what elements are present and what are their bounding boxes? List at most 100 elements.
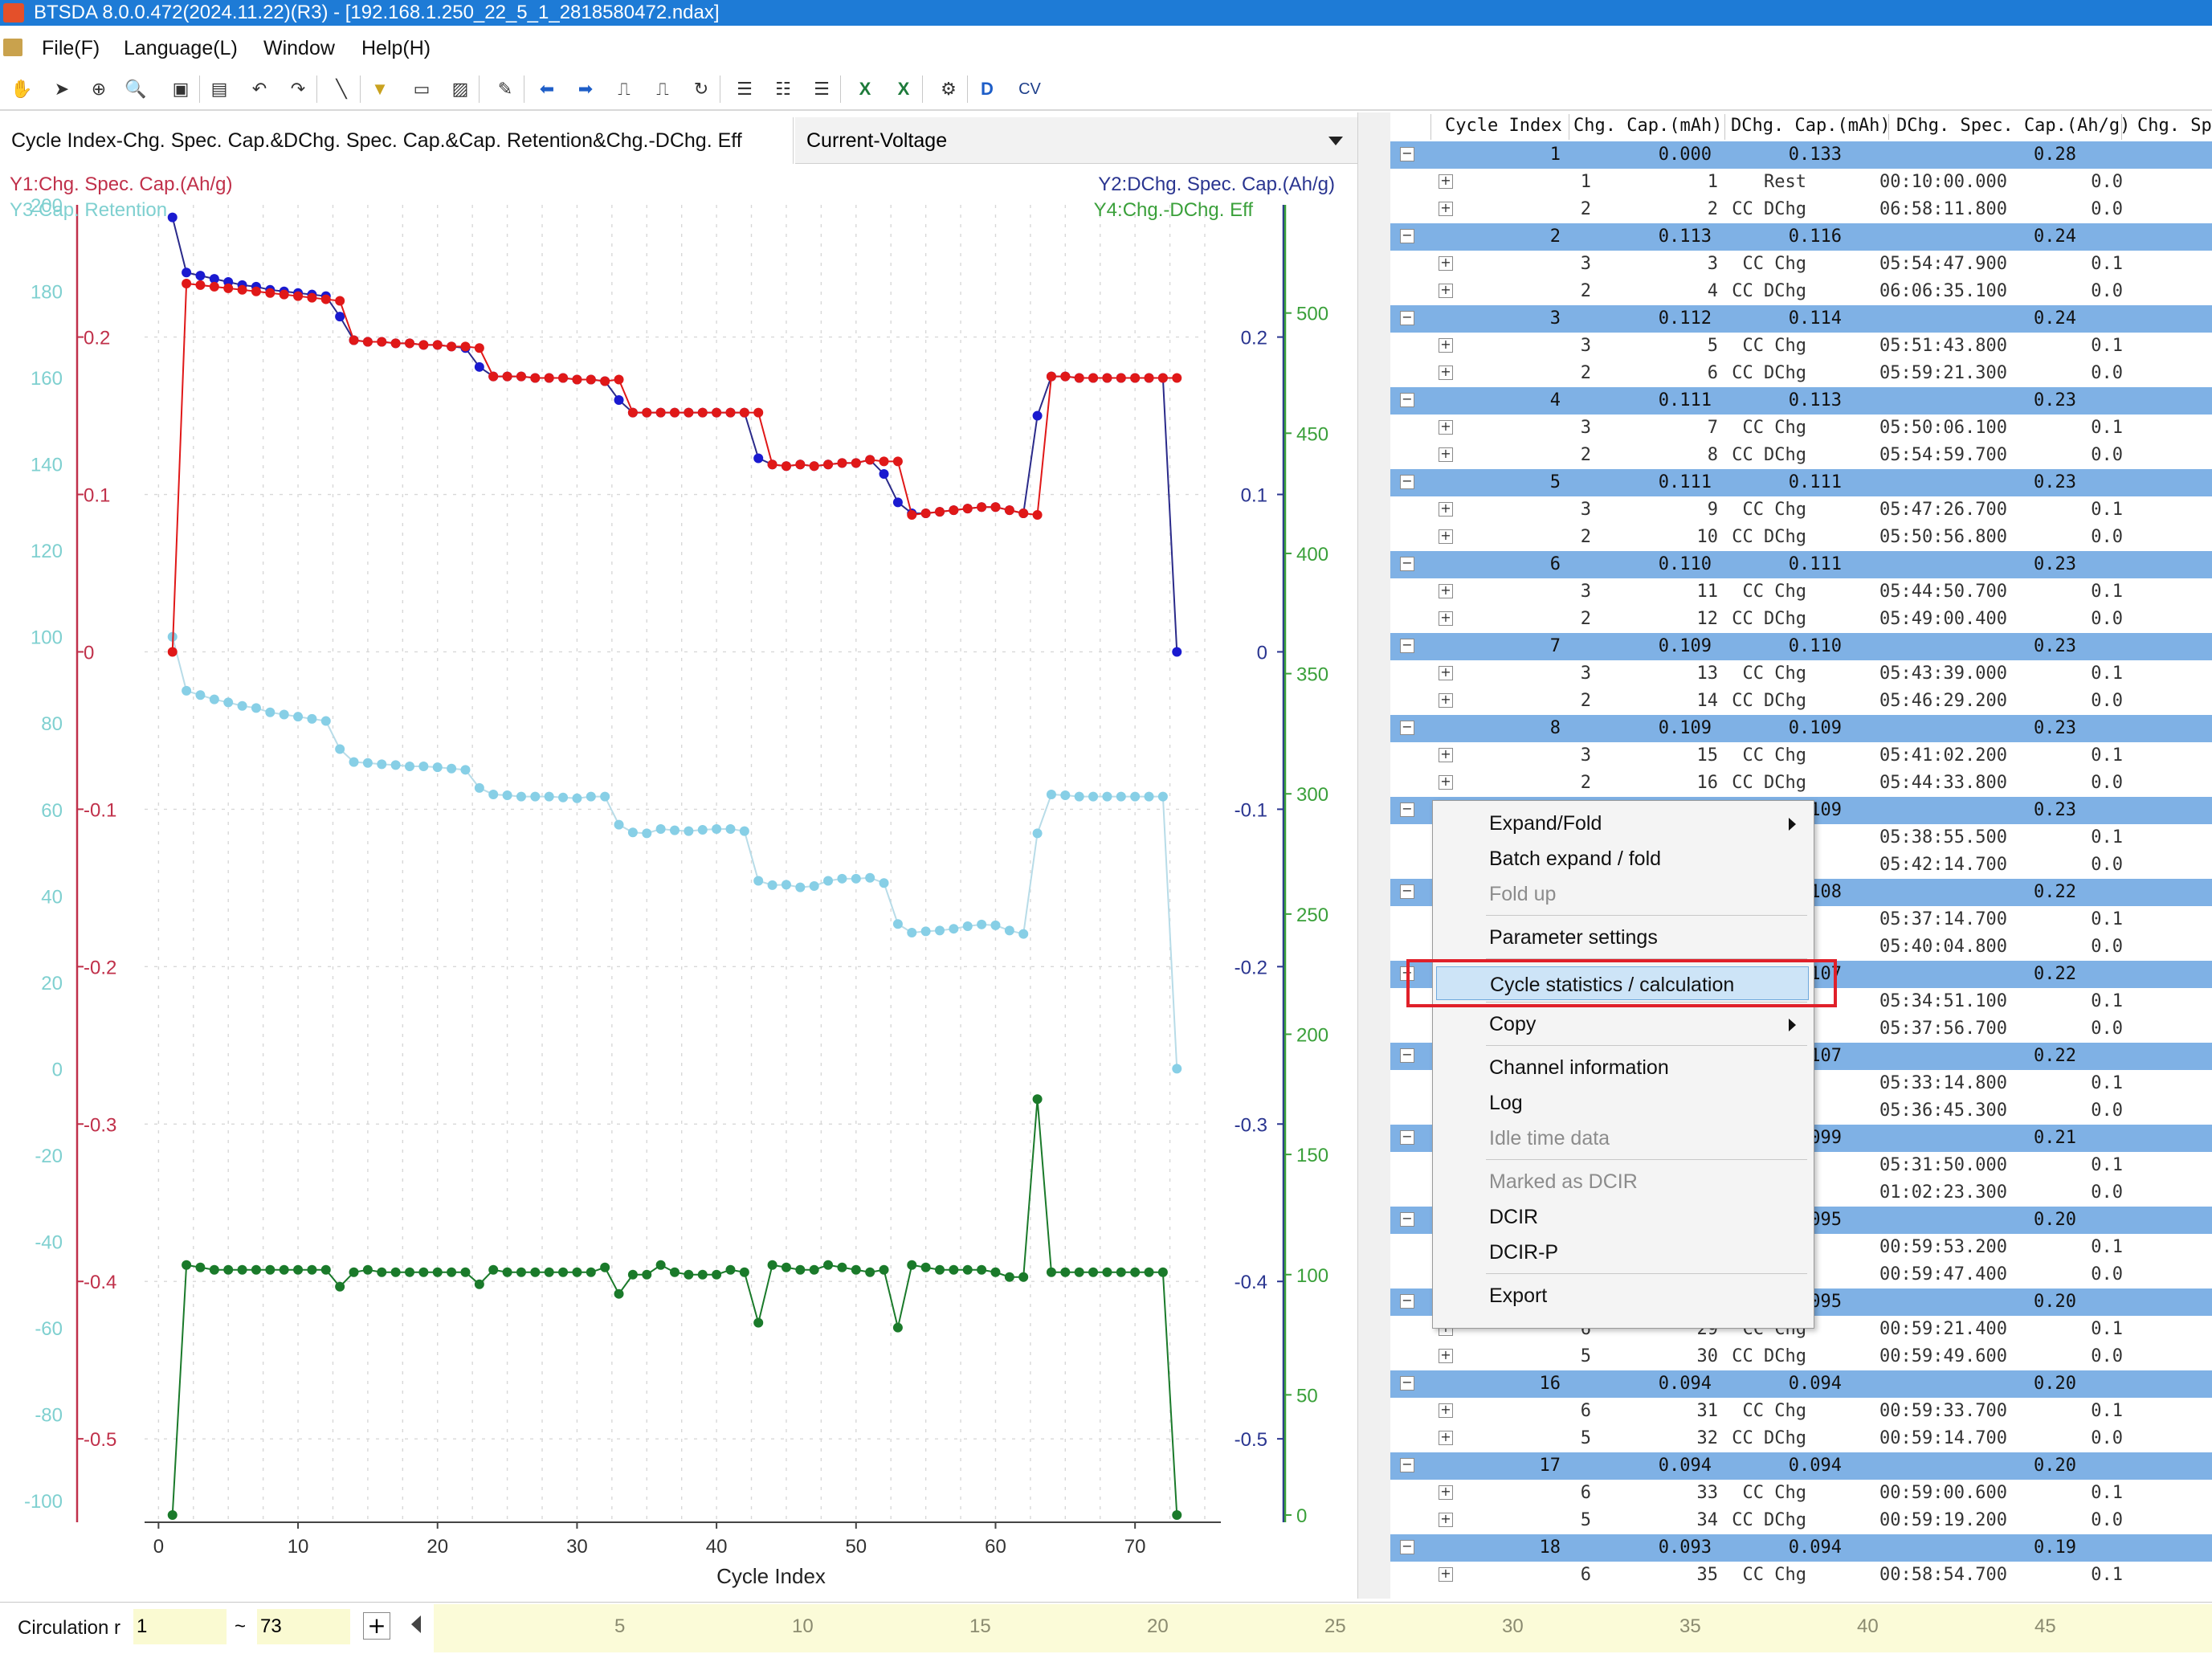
cycle-row[interactable]: − 1 0.000 0.133 0.28: [1390, 141, 2212, 169]
step-row[interactable]: +6 31 CC Chg 00:59:33.700 0.1: [1390, 1398, 2212, 1425]
expand-icon[interactable]: +: [1439, 666, 1453, 680]
step-row[interactable]: +2 4 CC DChg 06:06:35.100 0.0: [1390, 278, 2212, 305]
step-row[interactable]: +3 3 CC Chg 05:54:47.900 0.1: [1390, 251, 2212, 278]
menu-item-log[interactable]: Log: [1433, 1085, 1814, 1119]
range-from-input[interactable]: 1: [133, 1609, 227, 1644]
cycle-row[interactable]: − 8 0.109 0.109 0.23: [1390, 715, 2212, 742]
collapse-icon[interactable]: −: [1400, 639, 1414, 653]
expand-icon[interactable]: +: [1439, 748, 1453, 762]
expand-icon[interactable]: +: [1439, 447, 1453, 462]
cycle-row[interactable]: − 2 0.113 0.116 0.24: [1390, 223, 2212, 251]
expand-icon[interactable]: +: [1439, 1485, 1453, 1500]
list-icon[interactable]: ☰: [733, 77, 757, 101]
step-row[interactable]: +3 15 CC Chg 05:41:02.200 0.1: [1390, 742, 2212, 770]
cycle-row[interactable]: − 3 0.112 0.114 0.24: [1390, 305, 2212, 333]
collapse-icon[interactable]: −: [1400, 475, 1414, 489]
step-row[interactable]: +3 9 CC Chg 05:47:26.700 0.1: [1390, 496, 2212, 524]
step-row[interactable]: +3 13 CC Chg 05:43:39.000 0.1: [1390, 660, 2212, 688]
expand-icon[interactable]: +: [1439, 1513, 1453, 1527]
collapse-icon[interactable]: −: [1400, 1294, 1414, 1309]
list-filter-icon[interactable]: ☷: [771, 77, 795, 101]
step-row[interactable]: +2 8 CC DChg 05:54:59.700 0.0: [1390, 442, 2212, 469]
menu-item-batch-expand-fold[interactable]: Batch expand / fold: [1433, 841, 1814, 875]
cycle-row[interactable]: − 4 0.111 0.113 0.23: [1390, 387, 2212, 415]
menu-item-dcir-p[interactable]: DCIR-P: [1433, 1235, 1814, 1268]
expand-icon[interactable]: +: [1439, 284, 1453, 298]
cycle-row[interactable]: − 6 0.110 0.111 0.23: [1390, 551, 2212, 578]
range-to-input[interactable]: 73: [257, 1609, 350, 1644]
undo-icon[interactable]: ↶: [247, 77, 271, 101]
back-arrow-icon[interactable]: ⬅: [535, 77, 559, 101]
expand-icon[interactable]: +: [1439, 366, 1453, 380]
excel-icon[interactable]: X: [853, 77, 877, 101]
expand-icon[interactable]: +: [1439, 256, 1453, 271]
plus-button[interactable]: +: [363, 1612, 390, 1640]
expand-icon[interactable]: +: [1439, 775, 1453, 790]
expand-icon[interactable]: +: [1439, 1349, 1453, 1363]
menu-window[interactable]: Window: [263, 37, 335, 60]
collapse-icon[interactable]: −: [1400, 966, 1414, 981]
d-icon[interactable]: D: [975, 77, 999, 101]
menu-item-copy[interactable]: Copy: [1433, 1007, 1814, 1040]
collapse-icon[interactable]: −: [1400, 1458, 1414, 1472]
collapse-icon[interactable]: −: [1400, 229, 1414, 243]
save-icon[interactable]: ▨: [448, 77, 472, 101]
settings-icon[interactable]: ⚙: [937, 77, 961, 101]
step-row[interactable]: +5 30 CC DChg 00:59:49.600 0.0: [1390, 1343, 2212, 1370]
cycle-row[interactable]: − 17 0.094 0.094 0.20: [1390, 1452, 2212, 1480]
cycle-row[interactable]: − 18 0.093 0.094 0.19: [1390, 1534, 2212, 1562]
step-row[interactable]: +5 34 CC DChg 00:59:19.200 0.0: [1390, 1507, 2212, 1534]
expand-icon[interactable]: +: [1439, 174, 1453, 189]
step-row[interactable]: +2 6 CC DChg 05:59:21.300 0.0: [1390, 360, 2212, 387]
step-row[interactable]: +1 1 Rest 00:10:00.000 0.0: [1390, 169, 2212, 196]
wrench-icon[interactable]: ✎: [493, 77, 517, 101]
panel-splitter[interactable]: [1357, 112, 1391, 1599]
collapse-icon[interactable]: −: [1400, 1048, 1414, 1063]
open-folder-icon[interactable]: ▭: [410, 77, 434, 101]
cn1b-icon[interactable]: ⎍: [651, 77, 675, 101]
zoom-area-icon[interactable]: ⊕: [87, 77, 111, 101]
expand-icon[interactable]: +: [1439, 693, 1453, 708]
collapse-icon[interactable]: −: [1400, 1376, 1414, 1391]
collapse-icon[interactable]: −: [1400, 1540, 1414, 1554]
menu-language[interactable]: Language(L): [124, 37, 238, 60]
filter-icon[interactable]: ▼: [368, 77, 392, 101]
collapse-icon[interactable]: −: [1400, 1130, 1414, 1145]
cycle-row[interactable]: − 7 0.109 0.110 0.23: [1390, 633, 2212, 660]
header-dchg-spec-cap[interactable]: DChg. Spec. Cap.(Ah/g): [1896, 116, 2130, 136]
collapse-icon[interactable]: −: [1400, 884, 1414, 899]
expand-icon[interactable]: +: [1439, 529, 1453, 544]
collapse-icon[interactable]: −: [1400, 393, 1414, 407]
header-chg-cap[interactable]: Chg. Cap.(mAh): [1573, 116, 1722, 136]
cycle-row[interactable]: − 16 0.094 0.094 0.20: [1390, 1370, 2212, 1398]
expand-icon[interactable]: +: [1439, 502, 1453, 517]
expand-icon[interactable]: +: [1439, 611, 1453, 626]
scroll-left-icon[interactable]: [411, 1615, 421, 1633]
copy-chart-icon[interactable]: ▤: [207, 77, 231, 101]
excel-export-icon[interactable]: X: [892, 77, 916, 101]
expand-icon[interactable]: +: [1439, 1567, 1453, 1582]
menu-item-dcir[interactable]: DCIR: [1433, 1199, 1814, 1233]
menu-help[interactable]: Help(H): [361, 37, 431, 60]
expand-icon[interactable]: +: [1439, 1403, 1453, 1418]
header-cycle-index[interactable]: Cycle Index: [1445, 116, 1562, 136]
step-row[interactable]: +3 11 CC Chg 05:44:50.700 0.1: [1390, 578, 2212, 606]
collapse-icon[interactable]: −: [1400, 147, 1414, 161]
cycle-chart[interactable]: 0 10 20 30 40 50 60 70Cycle Index20018016014012…: [0, 112, 1357, 1599]
list-sort-icon[interactable]: ☰: [810, 77, 834, 101]
cv-icon[interactable]: CV: [1014, 77, 1046, 101]
cycle-scrubber[interactable]: 5 10 15 20 25 30 35 40 45: [434, 1604, 2212, 1652]
step-row[interactable]: +2 16 CC DChg 05:44:33.800 0.0: [1390, 770, 2212, 797]
zoom-icon[interactable]: 🔍: [124, 77, 148, 101]
step-row[interactable]: +3 5 CC Chg 05:51:43.800 0.1: [1390, 333, 2212, 360]
step-row[interactable]: +2 14 CC DChg 05:46:29.200 0.0: [1390, 688, 2212, 715]
menu-item-parameter-settings[interactable]: Parameter settings: [1433, 920, 1814, 954]
step-row[interactable]: +6 35 CC Chg 00:58:54.700 0.1: [1390, 1562, 2212, 1589]
step-row[interactable]: +5 32 CC DChg 00:59:14.700 0.0: [1390, 1425, 2212, 1452]
header-dchg-cap[interactable]: DChg. Cap.(mAh): [1731, 116, 1891, 136]
expand-icon[interactable]: +: [1439, 584, 1453, 598]
forward-arrow-icon[interactable]: ➡: [573, 77, 598, 101]
step-row[interactable]: +2 12 CC DChg 05:49:00.400 0.0: [1390, 606, 2212, 633]
menu-item-channel-information[interactable]: Channel information: [1433, 1050, 1814, 1084]
redo-icon[interactable]: ↷: [286, 77, 310, 101]
